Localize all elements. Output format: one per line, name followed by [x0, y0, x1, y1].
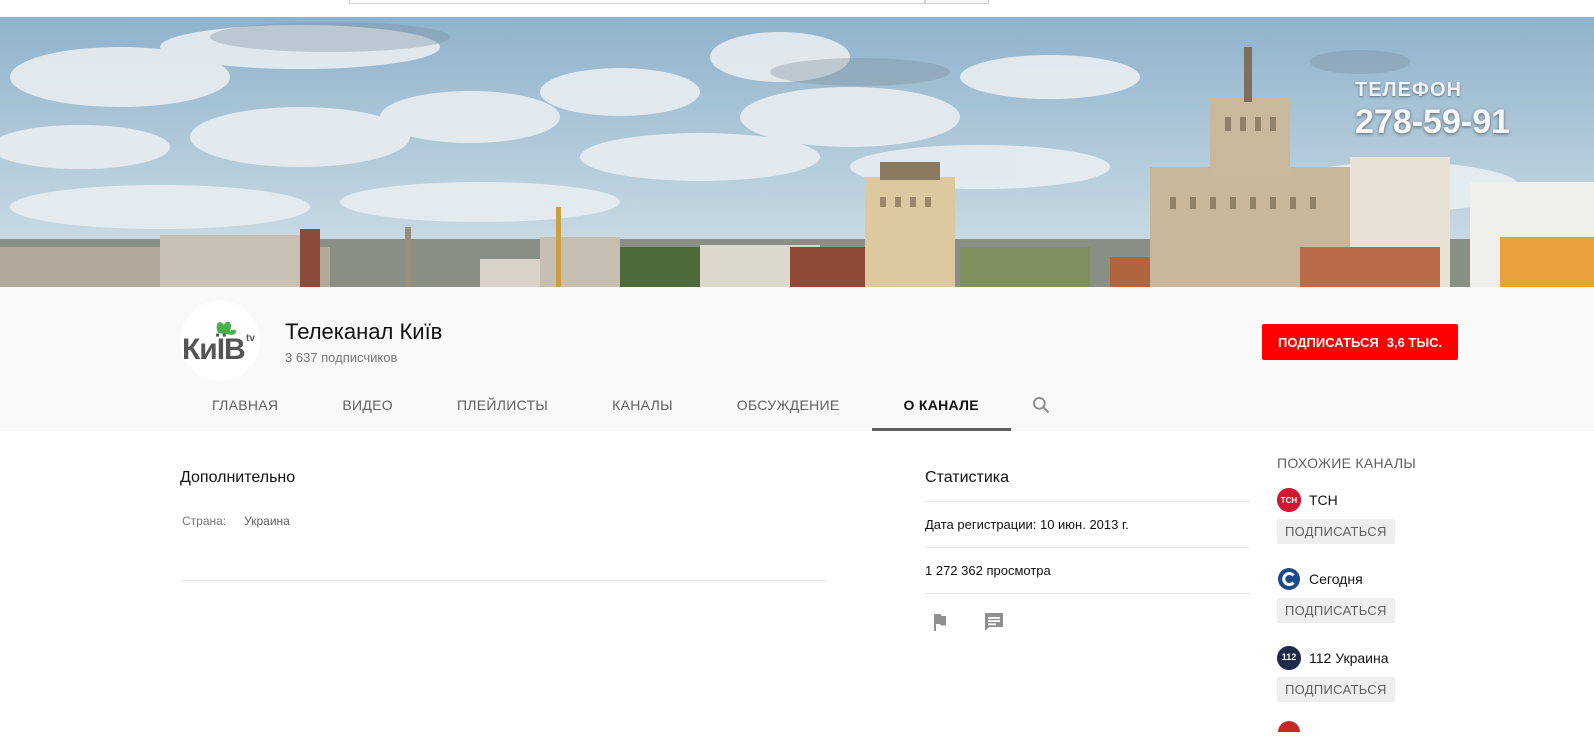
- tab-home[interactable]: ГЛАВНАЯ: [180, 379, 310, 431]
- channel-search-button[interactable]: [1011, 379, 1071, 431]
- kyiv-tv-logo-icon: КиЇВ tv: [180, 301, 260, 381]
- stats-panel: Статистика Дата регистрации: 10 июн. 201…: [925, 469, 1250, 634]
- channel-banner: ТЕЛЕФОН 278-59-91: [0, 17, 1594, 287]
- details-title: Дополнительно: [180, 469, 296, 486]
- subscriber-count: 3 637 подписчиков: [285, 350, 398, 365]
- flag-icon: [934, 614, 946, 631]
- search-button[interactable]: [925, 0, 989, 4]
- channel-avatar[interactable]: КиЇВ tv: [180, 301, 260, 381]
- report-flag-button[interactable]: [928, 610, 952, 634]
- tab-videos[interactable]: ВИДЕО: [310, 379, 425, 431]
- stats-title: Статистика: [925, 469, 1010, 486]
- tab-discussion[interactable]: ОБСУЖДЕНИЕ: [705, 379, 872, 431]
- top-bar: [0, 0, 1594, 17]
- channel-header: КиЇВ tv Телеканал Київ 3 637 подписчиков…: [0, 287, 1594, 431]
- tab-about[interactable]: О КАНАЛЕ: [871, 379, 1012, 431]
- related-subscribe-button[interactable]: ПОДПИСАТЬСЯ: [1277, 519, 1395, 544]
- channel-tabs: ГЛАВНАЯ ВИДЕО ПЛЕЙЛИСТЫ КАНАЛЫ ОБСУЖДЕНИ…: [180, 379, 1071, 431]
- related-title: ПОХОЖИЕ КАНАЛЫ: [1277, 455, 1417, 471]
- banner-phone-number: 278-59-91: [1355, 103, 1511, 141]
- channel-title: Телеканал Київ: [285, 319, 443, 344]
- country-value: Украина: [244, 514, 290, 528]
- segodnya-logo-icon[interactable]: [1277, 567, 1301, 591]
- subscribe-button-count: 3,6 ТЫС.: [1386, 334, 1443, 350]
- related-channel-item: Сегодня ПОДПИСАТЬСЯ: [1277, 566, 1507, 623]
- related-channel-name[interactable]: Сегодня: [1309, 571, 1363, 587]
- view-count: 1 272 362 просмотра: [925, 547, 1250, 593]
- segodnya-logo-graphic: [1278, 568, 1300, 590]
- related-channel-item: 112 112 Украина ПОДПИСАТЬСЯ: [1277, 645, 1507, 702]
- banner-phone-label: ТЕЛЕФОН: [1355, 79, 1462, 101]
- channel-logo-icon: [1278, 721, 1300, 732]
- related-channel-partial-logo[interactable]: [1277, 720, 1301, 732]
- divider: [180, 580, 828, 581]
- send-message-button[interactable]: [982, 610, 1006, 634]
- tsn-logo-text: ТСН: [1281, 496, 1298, 505]
- ukraine-112-logo-text: 112: [1282, 652, 1297, 662]
- related-channel-name[interactable]: 112 Украина: [1309, 650, 1389, 666]
- message-icon: [985, 613, 1003, 631]
- subscribe-button[interactable]: ПОДПИСАТЬСЯ 3,6 ТЫС.: [1262, 324, 1459, 360]
- country-label: Страна:: [182, 514, 227, 528]
- tab-playlists[interactable]: ПЛЕЙЛИСТЫ: [425, 379, 580, 431]
- search-icon: [1032, 397, 1050, 414]
- about-details: Дополнительно Страна: Украина: [180, 469, 828, 528]
- tab-channels[interactable]: КАНАЛЫ: [580, 379, 705, 431]
- ukraine-112-logo-icon[interactable]: 112: [1277, 646, 1301, 670]
- subscribe-button-label: ПОДПИСАТЬСЯ: [1278, 334, 1379, 350]
- related-subscribe-button[interactable]: ПОДПИСАТЬСЯ: [1277, 598, 1395, 623]
- stats-actions: [925, 593, 1250, 634]
- logo-text: КиЇВ: [182, 333, 245, 366]
- related-subscribe-button[interactable]: ПОДПИСАТЬСЯ: [1277, 677, 1395, 702]
- search-input[interactable]: [349, 0, 925, 4]
- registration-date: Дата регистрации: 10 июн. 2013 г.: [925, 501, 1250, 547]
- related-channels: ПОХОЖИЕ КАНАЛЫ ТСН ТСН ПОДПИСАТЬСЯ Сегод…: [1277, 455, 1507, 732]
- related-channel-item: ТСН ТСН ПОДПИСАТЬСЯ: [1277, 487, 1507, 544]
- logo-suffix: tv: [246, 333, 255, 344]
- tsn-logo-icon[interactable]: ТСН: [1277, 488, 1301, 512]
- tsn-logo-graphic: ТСН: [1277, 488, 1301, 512]
- related-channel-name[interactable]: ТСН: [1309, 492, 1338, 508]
- country-row: Страна: Украина: [180, 514, 828, 528]
- ukraine-112-logo-graphic: 112: [1277, 646, 1301, 670]
- banner-image: [0, 17, 1594, 287]
